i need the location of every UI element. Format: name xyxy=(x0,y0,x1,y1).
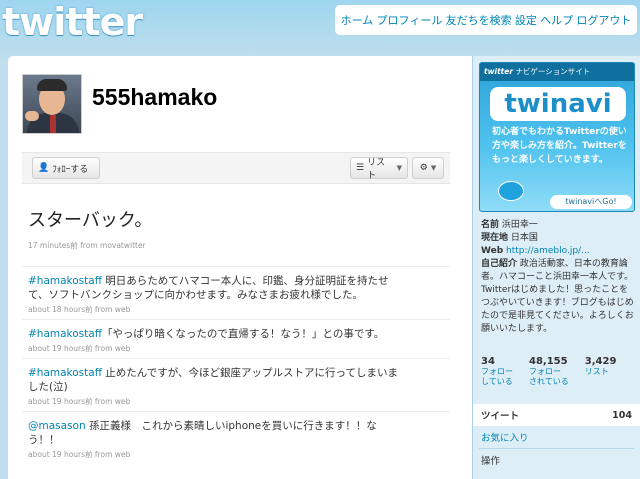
latest-status-meta[interactable]: 17 minutes前 from movatwitter xyxy=(28,240,146,251)
follow-button[interactable]: 👤 ﾌｫﾛｰする xyxy=(32,157,100,179)
tweet-text: 「やっぱり暗くなったので直帰する！なう！」との事です。 xyxy=(101,328,385,340)
actions-label: 操作 xyxy=(481,456,501,467)
profile-info: 名前 浜田幸一 現在地 日本国 Web http://ameblo.jp/...… xyxy=(481,219,635,336)
gear-icon: ⚙ xyxy=(419,163,428,173)
banner-brand: twinavi xyxy=(490,87,626,121)
follow-button-label: ﾌｫﾛｰする xyxy=(52,164,89,175)
tweets-label: ツイート xyxy=(481,411,520,422)
main-content: 555hamako 👤 ﾌｫﾛｰする ☰ リスト ▼ ⚙ ▼ スターバック。 1… xyxy=(8,56,472,479)
sidebar-item-tweets[interactable]: ツイート 104 xyxy=(473,404,640,426)
name-label: 名前 xyxy=(481,220,500,230)
profile-username: 555hamako xyxy=(92,84,218,110)
top-navigation: ホーム プロフィール 友だちを検索 設定 ヘルプ ログアウト xyxy=(335,5,637,35)
profile-actions-bar: 👤 ﾌｫﾛｰする ☰ リスト ▼ ⚙ ▼ xyxy=(22,152,450,184)
banner-header: twitter ナビゲーションサイト xyxy=(480,63,634,81)
tweet-user[interactable]: #hamakostaff xyxy=(28,328,102,340)
banner-go-link[interactable]: twinaviへGo! xyxy=(550,195,632,209)
bio-label: 自己紹介 xyxy=(481,259,518,269)
nav-profile[interactable]: プロフィール xyxy=(377,12,443,28)
timeline: #hamakostaff 明日あらためてハマコー本人に、印鑑、身分証明証を持たせ… xyxy=(22,266,450,464)
listed-stat[interactable]: 3,429 リスト xyxy=(585,356,617,387)
tweet-user[interactable]: #hamakostaff xyxy=(28,275,102,287)
twitter-logo[interactable]: twitter xyxy=(2,2,143,42)
favorites-label: お気に入り xyxy=(481,433,529,444)
banner-text: 初心者でもわかるTwitterの使い方や楽しみ方を紹介。Twitterをもっと楽… xyxy=(492,127,627,165)
bio-value: 政治活動家、日本の教育論者。ハマコーこと浜田幸一本人です。Twitterはじめま… xyxy=(481,259,634,334)
tweet-meta[interactable]: about 19 hours前 from web xyxy=(28,343,444,354)
tweets-count: 104 xyxy=(612,409,632,421)
add-user-icon: 👤 xyxy=(38,163,50,173)
chevron-down-icon: ▼ xyxy=(396,164,402,172)
followers-stat[interactable]: 48,155 フォロー されている xyxy=(529,356,569,387)
tweet-item: #hamakostaff「やっぱり暗くなったので直帰する！なう！」との事です。 … xyxy=(22,319,450,358)
gear-menu-button[interactable]: ⚙ ▼ xyxy=(412,157,444,179)
tweet-item: @masason 孫正義様 これから素晴しいiphoneを買いに行きます！！なう… xyxy=(22,411,450,464)
web-link[interactable]: http://ameblo.jp/... xyxy=(506,246,590,256)
avatar[interactable] xyxy=(22,74,82,134)
following-stat[interactable]: 34 フォロー している xyxy=(481,356,513,387)
sidebar-item-actions: 操作 xyxy=(473,449,640,471)
nav-find-friends[interactable]: 友だちを検索 xyxy=(446,12,512,28)
tweet-item: #hamakostaff 止めたんですが、今ほど銀座アップルストアに行ってしまい… xyxy=(22,358,450,411)
tweet-user[interactable]: @masason xyxy=(28,420,86,432)
tweet-meta[interactable]: about 19 hours前 from web xyxy=(28,449,444,460)
web-label: Web xyxy=(481,246,504,256)
nav-settings[interactable]: 設定 xyxy=(515,12,537,28)
follow-stats: 34 フォロー している 48,155 フォロー されている 3,429 リスト xyxy=(481,356,635,387)
tweet-item: #hamakostaff 明日あらためてハマコー本人に、印鑑、身分証明証を持たせ… xyxy=(22,266,450,319)
location-value: 日本国 xyxy=(510,233,538,243)
list-button-label: リスト xyxy=(367,158,386,181)
twinavi-banner[interactable]: twitter ナビゲーションサイト twinavi 初心者でもわかるTwitt… xyxy=(479,62,635,212)
tweet-meta[interactable]: about 18 hours前 from web xyxy=(28,304,444,315)
list-icon: ☰ xyxy=(356,163,365,173)
sidebar-menu: ツイート 104 お気に入り 操作 xyxy=(473,404,640,471)
tweet-meta[interactable]: about 19 hours前 from web xyxy=(28,396,444,407)
latest-status: スターバック。 xyxy=(28,210,153,231)
chevron-down-icon: ▼ xyxy=(430,164,437,172)
nav-logout[interactable]: ログアウト xyxy=(576,12,631,28)
tweet-user[interactable]: #hamakostaff xyxy=(28,367,102,379)
sidebar-item-favorites[interactable]: お気に入り xyxy=(473,426,640,448)
location-label: 現在地 xyxy=(481,233,509,243)
bird-icon xyxy=(498,181,524,201)
nav-help[interactable]: ヘルプ xyxy=(540,12,573,28)
sidebar: twitter ナビゲーションサイト twinavi 初心者でもわかるTwitt… xyxy=(472,56,640,479)
name-value: 浜田幸一 xyxy=(501,220,538,230)
list-button[interactable]: ☰ リスト ▼ xyxy=(350,157,408,181)
nav-home[interactable]: ホーム xyxy=(341,12,374,28)
